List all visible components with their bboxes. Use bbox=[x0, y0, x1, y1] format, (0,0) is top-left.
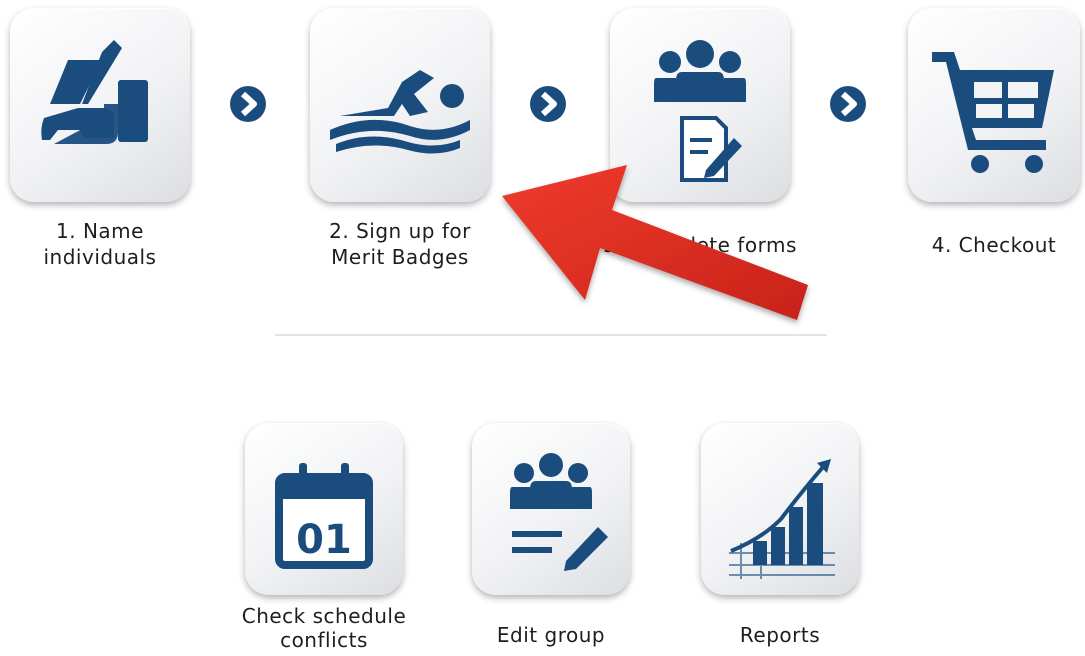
check-schedule-conflicts-button[interactable]: 01 bbox=[245, 423, 403, 595]
group-edit-icon bbox=[510, 453, 608, 571]
calendar-day-text: 01 bbox=[296, 517, 352, 563]
chevron-right-circle-icon bbox=[530, 86, 566, 122]
group-form-icon bbox=[654, 40, 746, 182]
step-2-label-line1: 2. Sign up for bbox=[329, 219, 471, 243]
tool-2-label-line1: Edit group bbox=[496, 623, 606, 647]
swimmer-icon bbox=[330, 70, 470, 154]
step-1-label-line1: 1. Name bbox=[56, 219, 144, 243]
bar-chart-icon bbox=[729, 459, 835, 579]
step-1-label: 1. Name individuals bbox=[5, 218, 195, 270]
chevron-right-circle-icon bbox=[830, 86, 866, 122]
tool-1-label-line2: conflicts bbox=[280, 628, 368, 652]
reports-button[interactable] bbox=[701, 423, 859, 595]
tool-3-label: Reports bbox=[680, 622, 880, 648]
tool-2-label: Edit group bbox=[450, 622, 652, 648]
edit-group-button[interactable] bbox=[472, 423, 630, 595]
chevron-right-circle-icon bbox=[230, 86, 266, 122]
step-complete-forms-button[interactable] bbox=[610, 8, 790, 202]
step-3-label-line1: 3. Complete forms bbox=[603, 233, 797, 257]
step-name-individuals-button[interactable] bbox=[10, 8, 190, 202]
step-4-label-line1: 4. Checkout bbox=[931, 233, 1057, 257]
step-1-label-line2: individuals bbox=[43, 245, 157, 269]
tool-3-label-line1: Reports bbox=[739, 623, 821, 647]
step-2-label: 2. Sign up for Merit Badges bbox=[300, 218, 500, 270]
step-2-label-line2: Merit Badges bbox=[331, 245, 469, 269]
step-4-label: 4. Checkout bbox=[904, 232, 1084, 258]
section-divider bbox=[275, 334, 827, 336]
calendar-icon: 01 bbox=[275, 463, 373, 569]
step-checkout-button[interactable] bbox=[908, 8, 1080, 202]
shopping-cart-icon bbox=[932, 52, 1054, 173]
step-3-label: 3. Complete forms bbox=[600, 232, 800, 258]
tool-1-label: Check schedule conflicts bbox=[220, 604, 428, 652]
tool-1-label-line1: Check schedule bbox=[241, 604, 407, 628]
hand-writing-icon bbox=[41, 40, 148, 144]
step-merit-badges-button[interactable] bbox=[310, 8, 490, 202]
